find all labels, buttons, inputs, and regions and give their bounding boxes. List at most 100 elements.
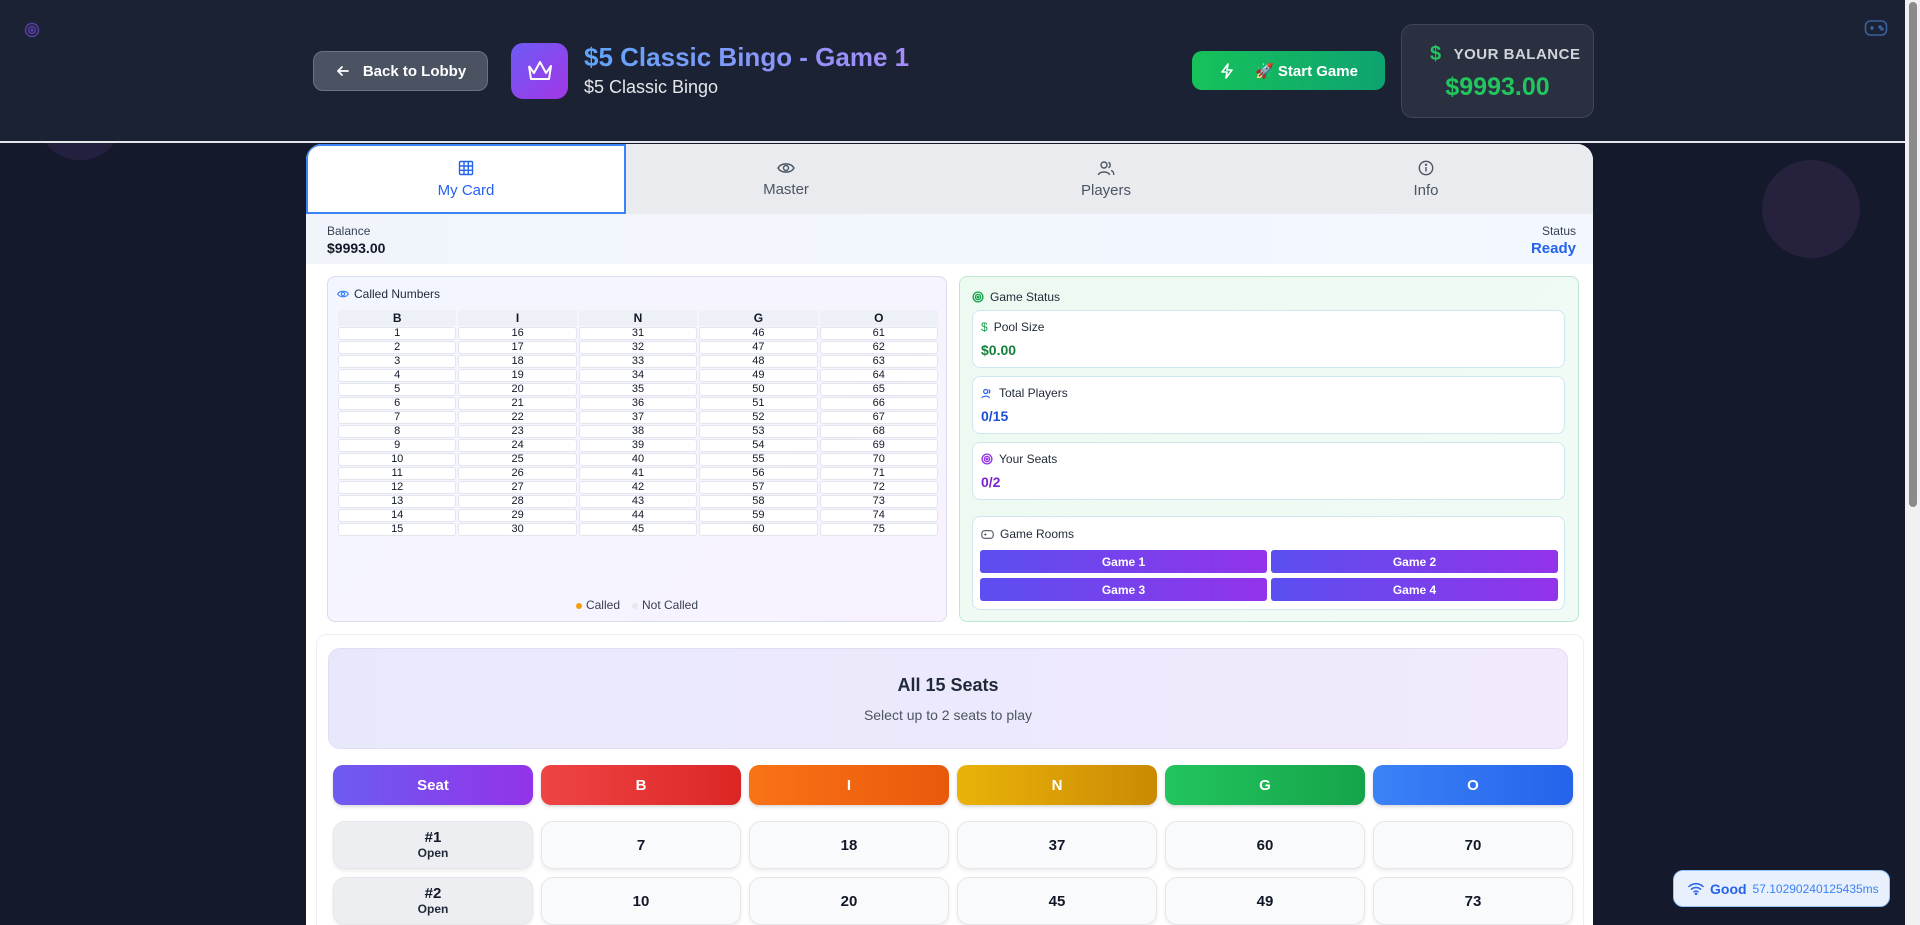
tab-master[interactable]: Master bbox=[626, 144, 946, 214]
scrollbar-thumb[interactable] bbox=[1909, 2, 1917, 507]
start-game-button[interactable]: 🚀 Start Game bbox=[1192, 51, 1385, 90]
called-number-cell: 34 bbox=[578, 369, 698, 382]
legend-called-label: Called bbox=[585, 598, 620, 612]
not-called-dot-icon bbox=[632, 602, 638, 609]
called-number-cell: 29 bbox=[458, 509, 577, 522]
seat-number-cell[interactable]: 7 bbox=[541, 821, 741, 869]
called-number-cell: 18 bbox=[458, 355, 577, 368]
called-number-cell: 26 bbox=[458, 467, 577, 480]
called-number-cell: 70 bbox=[819, 453, 938, 466]
called-number-cell: 19 bbox=[458, 369, 577, 382]
seat-number-cell[interactable]: 70 bbox=[1373, 821, 1573, 869]
crown-icon bbox=[527, 61, 552, 80]
seat-number-cell[interactable]: 10 bbox=[541, 877, 741, 925]
called-number-cell: 45 bbox=[578, 523, 698, 536]
room-button-game-3[interactable]: Game 3 bbox=[980, 578, 1267, 601]
connection-latency: 57.10290240125435ms bbox=[1752, 881, 1879, 896]
called-number-cell: 54 bbox=[699, 439, 818, 452]
target-icon bbox=[24, 22, 40, 38]
column-header-i: I bbox=[749, 765, 949, 805]
status-label: Status bbox=[1541, 224, 1576, 238]
dollar-icon: $ bbox=[981, 320, 988, 334]
room-button-game-2[interactable]: Game 2 bbox=[1271, 550, 1558, 573]
called-number-cell: 38 bbox=[578, 425, 698, 438]
column-header: B bbox=[338, 310, 457, 326]
called-numbers-table: B I N G O 1 16 31 46 61 2 17 32 47 62 3 18 33 48 63 4 19… bbox=[336, 309, 940, 537]
called-number-cell: 37 bbox=[578, 411, 698, 424]
eye-icon bbox=[337, 290, 349, 298]
users-icon bbox=[981, 388, 991, 398]
called-number-cell: 48 bbox=[699, 355, 818, 368]
game-rooms-box: Game Rooms Game 1 Game 2 Game 3 Game 4 bbox=[972, 516, 1565, 610]
called-dot-icon bbox=[575, 602, 582, 609]
called-number-cell: 17 bbox=[458, 341, 577, 354]
called-numbers-row: 9 24 39 54 69 bbox=[338, 439, 938, 452]
called-number-cell: 42 bbox=[578, 481, 698, 494]
seat-number-cell[interactable]: 37 bbox=[957, 821, 1157, 869]
called-numbers-row: 11 26 41 56 71 bbox=[338, 467, 938, 480]
seat-status: Open bbox=[417, 902, 449, 916]
called-number-cell: 14 bbox=[338, 509, 457, 522]
column-header: N bbox=[578, 310, 698, 326]
back-to-lobby-label: Back to Lobby bbox=[362, 62, 467, 80]
called-number-cell: 58 bbox=[699, 495, 818, 508]
connection-status: Good 57.10290240125435ms bbox=[1673, 870, 1890, 907]
called-number-cell: 41 bbox=[578, 467, 698, 480]
called-numbers-row: 3 18 33 48 63 bbox=[338, 355, 938, 368]
tab-players[interactable]: Players bbox=[946, 144, 1266, 214]
room-button-game-4[interactable]: Game 4 bbox=[1271, 578, 1558, 601]
status-row: Balance $9993.00 Status Ready bbox=[306, 214, 1593, 264]
called-number-cell: 2 bbox=[338, 341, 457, 354]
called-number-cell: 33 bbox=[578, 355, 698, 368]
dollar-icon: $ bbox=[1430, 43, 1442, 65]
tab-info[interactable]: Info bbox=[1266, 144, 1586, 214]
called-numbers-row: 12 27 42 57 72 bbox=[338, 481, 938, 494]
legend-called: Called bbox=[575, 598, 620, 612]
total-players-label: Total Players bbox=[999, 386, 1068, 400]
called-number-cell: 11 bbox=[338, 467, 457, 480]
called-numbers-row: 1 16 31 46 61 bbox=[338, 327, 938, 340]
called-number-cell: 7 bbox=[338, 411, 457, 424]
called-number-cell: 71 bbox=[819, 467, 938, 480]
seat-cell[interactable]: #2 Open bbox=[333, 877, 533, 925]
seat-cell[interactable]: #1 Open bbox=[333, 821, 533, 869]
page-scrollbar[interactable] bbox=[1905, 0, 1920, 925]
called-numbers-card: Called Numbers B I N G O 1 16 31 46 61 2 17 32 4… bbox=[327, 276, 947, 622]
gamepad-icon[interactable] bbox=[1864, 18, 1888, 38]
seat-number-cell[interactable]: 49 bbox=[1165, 877, 1365, 925]
gamepad-icon bbox=[981, 529, 994, 539]
arrow-left-icon bbox=[336, 66, 349, 76]
called-number-cell: 20 bbox=[458, 383, 577, 396]
called-number-cell: 1 bbox=[338, 327, 457, 340]
called-number-cell: 3 bbox=[338, 355, 457, 368]
total-players-stat: Total Players 0/15 bbox=[972, 376, 1565, 434]
called-numbers-row: 5 20 35 50 65 bbox=[338, 383, 938, 396]
called-number-cell: 65 bbox=[819, 383, 938, 396]
seat-number-cell[interactable]: 18 bbox=[749, 821, 949, 869]
your-seats-stat: Your Seats 0/2 bbox=[972, 442, 1565, 500]
game-subtitle: $5 Classic Bingo bbox=[584, 77, 719, 97]
called-number-cell: 72 bbox=[819, 481, 938, 494]
seat-number-cell[interactable]: 20 bbox=[749, 877, 949, 925]
room-button-game-1[interactable]: Game 1 bbox=[980, 550, 1267, 573]
tab-my-card[interactable]: My Card bbox=[306, 144, 626, 214]
called-number-cell: 62 bbox=[819, 341, 938, 354]
balance-label: YOUR BALANCE bbox=[1453, 46, 1581, 63]
balance-card: $ YOUR BALANCE $9993.00 bbox=[1401, 24, 1594, 118]
seat-number-cell[interactable]: 45 bbox=[957, 877, 1157, 925]
crown-badge bbox=[511, 43, 568, 99]
game-panel: My Card Master Players Info Balance $999… bbox=[306, 144, 1593, 925]
called-number-cell: 52 bbox=[699, 411, 818, 424]
called-number-cell: 64 bbox=[819, 369, 938, 382]
seat-number-cell[interactable]: 60 bbox=[1165, 821, 1365, 869]
seat-number-cell[interactable]: 73 bbox=[1373, 877, 1573, 925]
seats-banner: All 15 Seats Select up to 2 seats to pla… bbox=[328, 648, 1568, 749]
called-number-cell: 49 bbox=[699, 369, 818, 382]
back-to-lobby-button[interactable]: Back to Lobby bbox=[313, 51, 488, 91]
called-number-cell: 51 bbox=[699, 397, 818, 410]
legend-not-called: Not Called bbox=[632, 598, 698, 612]
called-numbers-row: 2 17 32 47 62 bbox=[338, 341, 938, 354]
called-number-cell: 53 bbox=[699, 425, 818, 438]
called-number-cell: 73 bbox=[819, 495, 938, 508]
called-number-cell: 16 bbox=[458, 327, 577, 340]
